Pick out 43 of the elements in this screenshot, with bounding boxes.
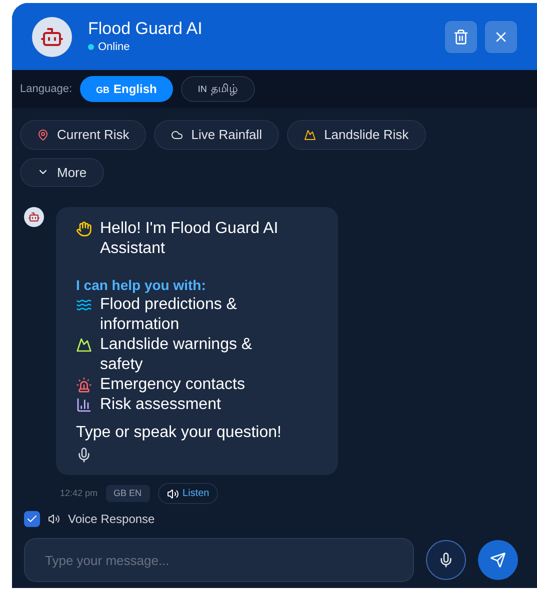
capability-text: Emergency contacts [100,375,245,395]
mic-button[interactable] [426,540,466,580]
check-icon [26,513,38,525]
capability-text: Flood predictions & information [100,295,238,335]
siren-icon [76,377,92,393]
speaker-icon [166,488,179,500]
language-option[interactable]: IN தமிழ் [180,76,255,102]
quick-action-chip[interactable]: Landslide Risk [287,120,426,150]
pin-icon [37,128,49,141]
closing-text: Type or speak your question! [76,423,282,443]
voice-response-checkbox[interactable] [24,511,40,527]
greeting-text: Hello! I'm Flood Guard AI Assistant [100,219,280,259]
language-option[interactable]: GB English [80,76,173,102]
send-icon [490,552,506,568]
quick-action-chip[interactable]: Current Risk [20,120,146,150]
status-text: Online [98,40,130,55]
message-input[interactable]: Type your message... [24,538,414,582]
speaker-icon [48,513,60,525]
clear-button[interactable] [445,20,477,52]
language-tag: GB EN [106,484,150,502]
window-title: Flood Guard AI [88,18,202,39]
bot-avatar-icon [32,16,72,56]
message-time: 12:42 pm [60,486,98,500]
mountain-icon [304,128,316,141]
capability-text: Landslide warnings & safety [100,335,254,375]
mic-icon [438,552,454,568]
close-button[interactable] [485,20,517,52]
voice-response-label: Voice Response [68,511,155,528]
bot-avatar-icon [24,207,44,227]
mountain-icon [76,337,92,353]
quick-action-chip[interactable]: More [20,158,104,187]
intro-text: I can help you with: [76,276,207,295]
language-label: Language: [20,82,72,97]
trash-icon [453,28,469,44]
wave-icon [76,297,92,313]
capability-text: Risk assessment [100,395,221,415]
listen-button[interactable]: Listen [158,483,218,504]
mic-icon [76,447,92,463]
cloud-icon [171,128,184,141]
hand-icon [76,221,92,237]
send-button[interactable] [478,540,518,580]
chart-icon [76,397,92,413]
quick-action-chip[interactable]: Live Rainfall [154,120,280,150]
